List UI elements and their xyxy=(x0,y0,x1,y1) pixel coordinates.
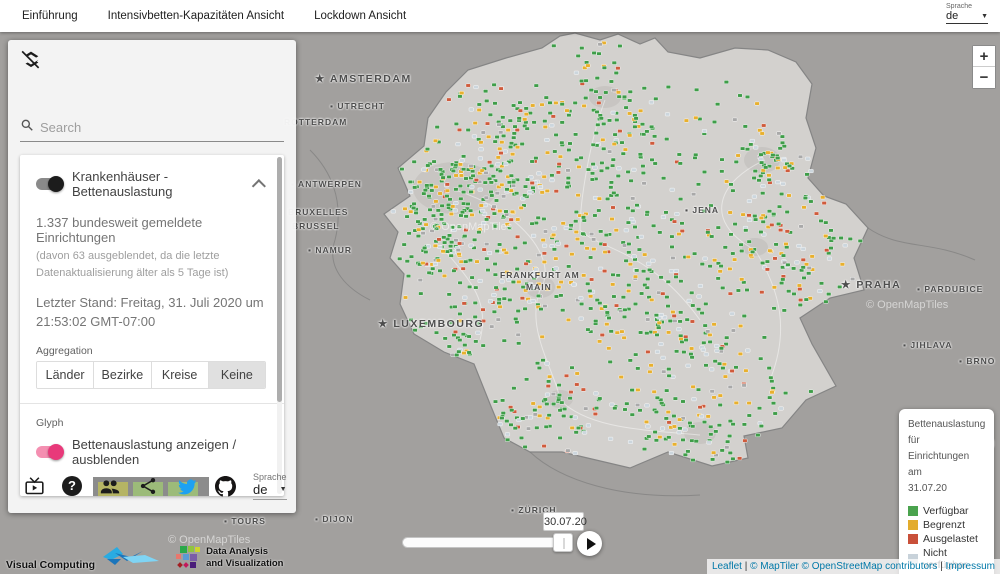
green-square-icon xyxy=(908,506,918,516)
twitter-icon[interactable] xyxy=(175,476,198,496)
map-label-brno: ▪ BRNO xyxy=(959,356,995,366)
map-label-dijon: ▪ DIJON xyxy=(315,514,353,524)
map-legend-card: Bettenauslastung für Einrichtungen am 31… xyxy=(899,409,994,574)
layer-title: Krankenhäuser - Bettenauslastung xyxy=(72,169,246,199)
nav-item-lockdown[interactable]: Lockdown Ansicht xyxy=(314,10,406,22)
chevron-down-icon: ▼ xyxy=(981,13,988,20)
aggregation-laender-button[interactable]: Länder xyxy=(37,362,94,388)
share-icon[interactable] xyxy=(138,476,158,496)
language-select-panel: Sprache de ▼ xyxy=(253,472,287,500)
map-label-praha: ★ PRAHA xyxy=(841,279,901,291)
time-slider-handle[interactable] xyxy=(553,533,573,552)
play-icon xyxy=(587,538,596,550)
map-label-pardubice: ▪ PARDUBICE xyxy=(917,284,983,294)
map-label-main: MAIN xyxy=(526,282,552,292)
map-attribution: Leaflet | © MapTiler © OpenStreetMap con… xyxy=(707,559,1000,574)
video-tutorial-icon[interactable] xyxy=(24,476,45,497)
glyph-visibility-toggle[interactable] xyxy=(36,446,62,458)
control-panel: Krankenhäuser - Bettenauslastung 1.337 b… xyxy=(8,40,296,513)
github-icon[interactable] xyxy=(215,476,236,497)
layers-off-icon[interactable] xyxy=(20,48,42,75)
aggregation-keine-button[interactable]: Keine xyxy=(209,362,265,388)
map-label-namur: ▪ NAMUR xyxy=(308,245,352,255)
aggregation-bezirke-button[interactable]: Bezirke xyxy=(94,362,151,388)
map-label-bruxelles: BRUXELLES xyxy=(288,207,348,217)
map-label-brussel: BRUSSEL xyxy=(292,221,340,231)
facility-count: 1.337 bundesweit gemeldete Einrichtungen xyxy=(36,215,266,245)
dav-label: Data Analysis and Visualization xyxy=(206,546,283,570)
visual-computing-label: Visual Computing xyxy=(6,559,95,571)
scrollbar-thumb[interactable] xyxy=(277,157,282,402)
nav-item-intensivbetten[interactable]: Intensivbetten-Kapazitäten Ansicht xyxy=(108,10,284,22)
aggregation-label: Aggregation xyxy=(36,345,266,357)
language-value-top: de xyxy=(946,10,958,22)
map-label-luxembourg: ★ LUXEMBOURG xyxy=(378,318,484,330)
map-zoom-control: + − xyxy=(972,45,996,89)
legend-item-begrenzt: Begrenzt xyxy=(908,519,985,531)
openmaptiles-watermark: © OpenMapTiles xyxy=(866,299,948,311)
impressum-link[interactable]: Impressum xyxy=(946,561,995,572)
layer-settings-card: Krankenhäuser - Bettenauslastung 1.337 b… xyxy=(20,155,284,496)
visual-computing-mark xyxy=(97,545,161,571)
language-dropdown-top[interactable]: de ▼ xyxy=(946,10,988,24)
time-slider-track[interactable] xyxy=(402,537,572,548)
card-scrollbar xyxy=(277,157,282,494)
dav-mark xyxy=(175,545,201,571)
help-icon[interactable]: ? xyxy=(62,476,82,496)
dav-logo: Data Analysis and Visualization xyxy=(175,545,283,571)
yellow-square-icon xyxy=(908,520,918,530)
map-label-tours: ▪ TOURS xyxy=(224,516,266,526)
openmaptiles-watermark: © OpenMapTiles xyxy=(430,221,512,233)
layer-toggle[interactable] xyxy=(36,178,62,190)
legend-title: Bettenauslastung für Einrichtungen am 31… xyxy=(908,417,985,497)
language-label-panel: Sprache xyxy=(253,472,287,482)
language-dropdown-panel[interactable]: de ▼ xyxy=(253,482,287,500)
search-input[interactable] xyxy=(40,120,270,135)
map-label-frankfurt-am: FRANKFURT AM xyxy=(500,270,580,280)
leaflet-link[interactable]: Leaflet xyxy=(712,561,742,572)
map-label-utrecht: ▪ UTRECHT xyxy=(330,101,385,111)
glyph-label: Glyph xyxy=(36,417,266,429)
map-label-jihlava: ▪ JIHLAVA xyxy=(903,340,952,350)
card-header: Krankenhäuser - Bettenauslastung xyxy=(36,169,266,199)
language-label-top: Sprache xyxy=(946,3,988,10)
aggregation-kreise-button[interactable]: Kreise xyxy=(152,362,209,388)
panel-footer: ? Sprache de ▼ xyxy=(8,459,296,513)
zoom-in-button[interactable]: + xyxy=(973,46,995,67)
chevron-down-icon: ▼ xyxy=(280,486,287,493)
facility-note: (davon 63 ausgeblendet, da die letzte Da… xyxy=(36,248,266,282)
zoom-out-button[interactable]: − xyxy=(973,67,995,88)
visual-computing-logo: Visual Computing xyxy=(6,545,161,571)
red-square-icon xyxy=(908,534,918,544)
last-update: Letzter Stand: Freitag, 31. Juli 2020 um… xyxy=(36,294,266,332)
map-label-jena: ▪ JENA xyxy=(685,205,719,215)
map-label-antwerpen: ▪ ANTWERPEN xyxy=(291,179,362,189)
maptiler-link[interactable]: © MapTiler xyxy=(750,561,799,572)
time-slider-date: 30.07.20 xyxy=(543,512,584,531)
legend-item-ausgelastet: Ausgelastet xyxy=(908,533,985,545)
map-label-amsterdam: ★ AMSTERDAM xyxy=(315,73,412,85)
nav-item-einfuehrung[interactable]: Einführung xyxy=(22,10,78,22)
aggregation-button-group: Länder Bezirke Kreise Keine xyxy=(36,361,266,389)
team-icon[interactable] xyxy=(99,476,121,496)
osm-link[interactable]: © OpenStreetMap contributors xyxy=(802,561,938,572)
collapse-chevron-up-icon[interactable] xyxy=(252,179,266,193)
language-select-top: Sprache de ▼ xyxy=(946,3,988,24)
search-icon xyxy=(20,118,34,137)
top-navigation-bar: Einführung Intensivbetten-Kapazitäten An… xyxy=(0,0,1000,32)
search-box xyxy=(20,118,284,142)
legend-item-verfuegbar: Verfügbar xyxy=(908,505,985,517)
main-nav: Einführung Intensivbetten-Kapazitäten An… xyxy=(0,10,406,22)
divider xyxy=(20,403,284,404)
footer-logos: Visual Computing Data Analysis and Visua… xyxy=(6,545,284,571)
play-button[interactable] xyxy=(577,531,602,556)
language-value-panel: de xyxy=(253,482,267,497)
